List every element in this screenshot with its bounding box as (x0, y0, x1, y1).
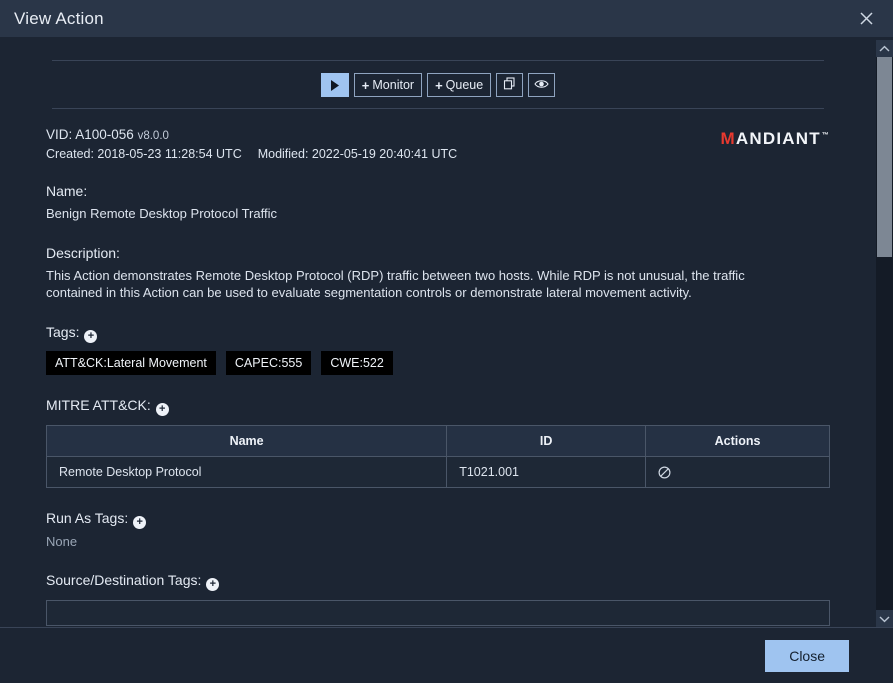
add-mitre-icon[interactable]: + (155, 402, 169, 416)
run-as-tags-label-text: Run As Tags: (46, 509, 129, 526)
dialog-footer: Close (0, 627, 893, 683)
dialog-body: + Monitor + Queue VID: A100-056 v8.0.0 C… (0, 37, 893, 627)
version-label: v8.0.0 (137, 130, 169, 142)
dialog-content: + Monitor + Queue VID: A100-056 v8.0.0 C… (0, 60, 876, 627)
logo-m: M (720, 129, 736, 148)
created-label: Created: 2018-05-23 11:28:54 UTC (46, 147, 242, 161)
column-header-name: Name (45, 424, 448, 457)
content-tail (46, 626, 830, 627)
description-label: Description: (46, 244, 120, 261)
plus-glyph-monitor: + (361, 77, 370, 93)
add-monitor-button[interactable]: + Monitor (353, 73, 423, 97)
tag-chip[interactable]: ATT&CK:Lateral Movement (46, 350, 216, 375)
add-queue-button[interactable]: + Queue (427, 73, 492, 97)
copy-icon (503, 77, 516, 93)
table-row: Remote Desktop Protocol T1021.001 (45, 455, 830, 488)
tag-chip[interactable]: CAPEC:555 (225, 350, 312, 375)
add-queue-label: Queue (445, 78, 484, 92)
scrollbar-track[interactable] (876, 57, 893, 610)
add-source-destination-tag-icon[interactable]: + (206, 578, 220, 592)
modified-label: Modified: 2022-05-19 20:40:41 UTC (257, 147, 458, 161)
add-monitor-label: Monitor (372, 78, 415, 92)
page-title: View Action (14, 8, 104, 28)
duplicate-button[interactable] (496, 73, 524, 97)
screen: ● D : . F , . : . View Action (0, 0, 893, 683)
dialog-header: View Action (0, 0, 893, 40)
column-header-actions: Actions (645, 424, 830, 457)
vid-line: VID: A100-056 v8.0.0 (46, 127, 457, 142)
meta-text: VID: A100-056 v8.0.0 Created: 2018-05-23… (46, 127, 457, 161)
source-destination-tags-label: Source/Destination Tags: + (46, 572, 830, 592)
mandiant-logo: M ANDIANT ™ (721, 127, 830, 149)
add-tag-icon[interactable]: + (84, 329, 98, 343)
table-header-row: Name ID Actions (45, 424, 830, 457)
meta-row: VID: A100-056 v8.0.0 Created: 2018-05-23… (46, 109, 830, 161)
description-value: This Action demonstrates Remote Desktop … (46, 267, 745, 301)
source-destination-tags-label-text: Source/Destination Tags: (46, 572, 202, 589)
view-action-dialog: View Action + Monitor + Queue VID: A100-… (0, 0, 893, 683)
run-button[interactable] (320, 73, 349, 97)
cell-technique-id: T1021.001 (446, 455, 647, 488)
mitre-label: MITRE ATT&CK: + (46, 396, 830, 416)
close-icon[interactable] (853, 6, 879, 32)
logo-tm: ™ (821, 132, 830, 139)
logo-rest: ANDIANT (735, 129, 821, 148)
close-button[interactable]: Close (765, 639, 849, 672)
cell-technique-name: Remote Desktop Protocol (45, 455, 448, 488)
scroll-up-button[interactable] (876, 40, 893, 57)
scroll-viewport: + Monitor + Queue VID: A100-056 v8.0.0 C… (0, 40, 876, 627)
tags-list: ATT&CK:Lateral Movement CAPEC:555 CWE:52… (46, 350, 830, 375)
tags-label-text: Tags: (46, 323, 80, 340)
scrollbar[interactable] (876, 40, 893, 627)
no-entry-icon[interactable] (658, 466, 671, 479)
name-value: Benign Remote Desktop Protocol Traffic (46, 206, 277, 221)
source-destination-table (46, 600, 830, 627)
mitre-table: Name ID Actions Remote Desktop Protocol … (45, 424, 830, 488)
cell-actions (645, 455, 830, 488)
dates-line: Created: 2018-05-23 11:28:54 UTC Modifie… (46, 147, 457, 161)
add-run-as-tag-icon[interactable]: + (133, 515, 147, 529)
eye-icon (534, 78, 549, 93)
tags-label: Tags: + (46, 323, 830, 343)
vid-label: VID: A100-056 (46, 127, 134, 142)
scroll-down-button[interactable] (876, 610, 893, 627)
mitre-label-text: MITRE ATT&CK: (46, 396, 151, 413)
preview-button[interactable] (528, 73, 556, 97)
plus-glyph-queue: + (435, 77, 443, 93)
action-toolbar: + Monitor + Queue (46, 61, 830, 108)
tag-chip[interactable]: CWE:522 (321, 350, 393, 375)
name-label: Name: (46, 183, 88, 199)
run-as-tags-value: None (46, 533, 78, 549)
run-as-tags-label: Run As Tags: + (46, 509, 830, 529)
scrollbar-thumb[interactable] (877, 57, 892, 257)
column-header-id: ID (446, 424, 647, 457)
